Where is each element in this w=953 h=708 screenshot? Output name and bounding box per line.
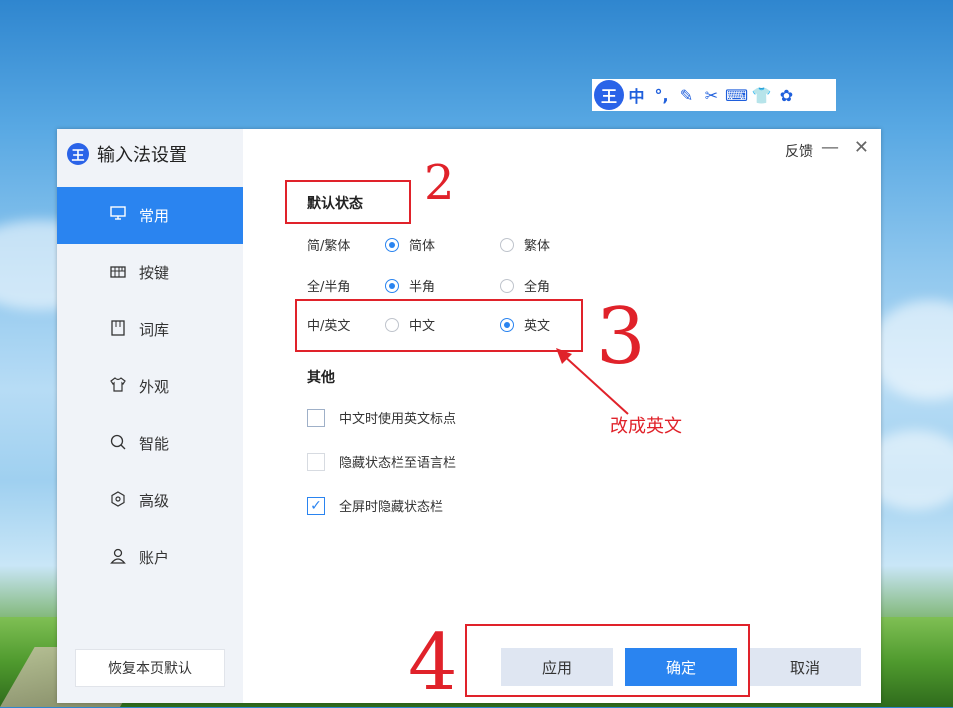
checkbox-label: 隐藏状态栏至语言栏 <box>339 456 457 471</box>
checkmark-icon: ✓ <box>307 496 325 515</box>
annotation-number-4: 4 <box>408 618 458 708</box>
cancel-button[interactable]: 取消 <box>749 648 861 686</box>
book-icon <box>107 319 129 340</box>
ime-logo-icon[interactable]: 王 <box>594 80 624 110</box>
radio-label: 简体 <box>409 239 436 254</box>
monitor-icon <box>107 206 129 225</box>
radio-label: 全角 <box>524 280 551 295</box>
check-hide-to-langbar[interactable]: 隐藏状态栏至语言栏 <box>307 452 456 471</box>
sidebar-item-label: 常用 <box>139 207 170 225</box>
sidebar-item-appearance[interactable]: 外观 <box>57 358 243 415</box>
radio-halfwidth[interactable]: 半角 <box>385 276 500 295</box>
keyboard-icon <box>107 264 129 282</box>
app-logo-icon: 王 <box>67 143 89 165</box>
radio-icon <box>385 237 399 252</box>
sidebar-item-account[interactable]: 账户 <box>57 529 243 586</box>
width-row: 全/半角 半角 全角 <box>307 276 615 295</box>
settings-icon[interactable]: ✿ <box>774 80 799 110</box>
sidebar-item-label: 高级 <box>139 492 170 510</box>
sidebar-item-label: 智能 <box>139 435 170 453</box>
radio-simplified[interactable]: 简体 <box>385 235 500 254</box>
sidebar-item-advanced[interactable]: 高级 <box>57 472 243 529</box>
radio-icon <box>500 278 514 293</box>
punctuation-icon[interactable]: °, <box>649 80 674 110</box>
ime-status-bar: 王 中 °, ✎ ✂ ⌨ 👕 ✿ <box>592 79 836 111</box>
sidebar-item-label: 按键 <box>139 264 170 282</box>
scissors-icon[interactable]: ✂ <box>699 80 724 110</box>
window-title: 王 输入法设置 <box>67 141 187 167</box>
user-icon <box>107 548 129 568</box>
radio-label: 半角 <box>409 280 436 295</box>
settings-window: 王 输入法设置 常用 按键 词库 外观 智能 高级 账户 恢复本页默认 反馈 —… <box>57 129 881 703</box>
sidebar: 王 输入法设置 常用 按键 词库 外观 智能 高级 账户 恢复本页默认 <box>57 129 243 703</box>
row-label: 简/繁体 <box>307 239 351 254</box>
other-title: 其他 <box>307 370 335 386</box>
annotation-note: 改成英文 <box>610 416 682 437</box>
radio-label: 繁体 <box>524 239 551 254</box>
annotation-box-default-state <box>285 180 411 224</box>
radio-icon <box>385 278 399 293</box>
minimize-button[interactable]: — <box>821 137 839 158</box>
annotation-box-buttons <box>465 624 750 697</box>
shirt-icon <box>107 377 129 396</box>
window-title-text: 输入法设置 <box>97 145 187 166</box>
chinese-mode-icon[interactable]: 中 <box>624 80 649 110</box>
annotation-box-chinese-english <box>295 299 583 352</box>
close-button[interactable]: ✕ <box>854 137 869 158</box>
radio-icon <box>500 237 514 252</box>
sidebar-item-keys[interactable]: 按键 <box>57 244 243 301</box>
annotation-number-2: 2 <box>424 155 455 211</box>
checkbox-icon <box>307 408 325 427</box>
restore-default-button[interactable]: 恢复本页默认 <box>75 649 225 687</box>
sidebar-nav: 常用 按键 词库 外观 智能 高级 账户 <box>57 187 243 586</box>
checkbox-label: 中文时使用英文标点 <box>339 412 457 427</box>
handwriting-icon[interactable]: ✎ <box>674 80 699 110</box>
checkbox-icon <box>307 452 325 471</box>
keyboard-icon[interactable]: ⌨ <box>724 80 749 110</box>
sidebar-item-label: 词库 <box>139 321 170 339</box>
sidebar-item-common[interactable]: 常用 <box>57 187 243 244</box>
sidebar-item-dictionary[interactable]: 词库 <box>57 301 243 358</box>
checkbox-label: 全屏时隐藏状态栏 <box>339 500 444 515</box>
sidebar-item-label: 账户 <box>139 549 170 567</box>
radio-traditional[interactable]: 繁体 <box>500 235 615 254</box>
background-cloud <box>870 300 953 400</box>
sidebar-item-label: 外观 <box>139 378 170 396</box>
check-english-punct[interactable]: 中文时使用英文标点 <box>307 408 456 427</box>
skin-icon[interactable]: 👕 <box>749 80 774 110</box>
feedback-link[interactable]: 反馈 <box>785 141 813 161</box>
annotation-arrow-icon <box>556 348 629 415</box>
gear-icon <box>107 490 129 511</box>
search-icon <box>107 434 129 454</box>
sidebar-item-smart[interactable]: 智能 <box>57 415 243 472</box>
simplified-traditional-row: 简/繁体 简体 繁体 <box>307 235 615 254</box>
check-hide-fullscreen[interactable]: ✓ 全屏时隐藏状态栏 <box>307 496 443 515</box>
row-label: 全/半角 <box>307 280 351 295</box>
